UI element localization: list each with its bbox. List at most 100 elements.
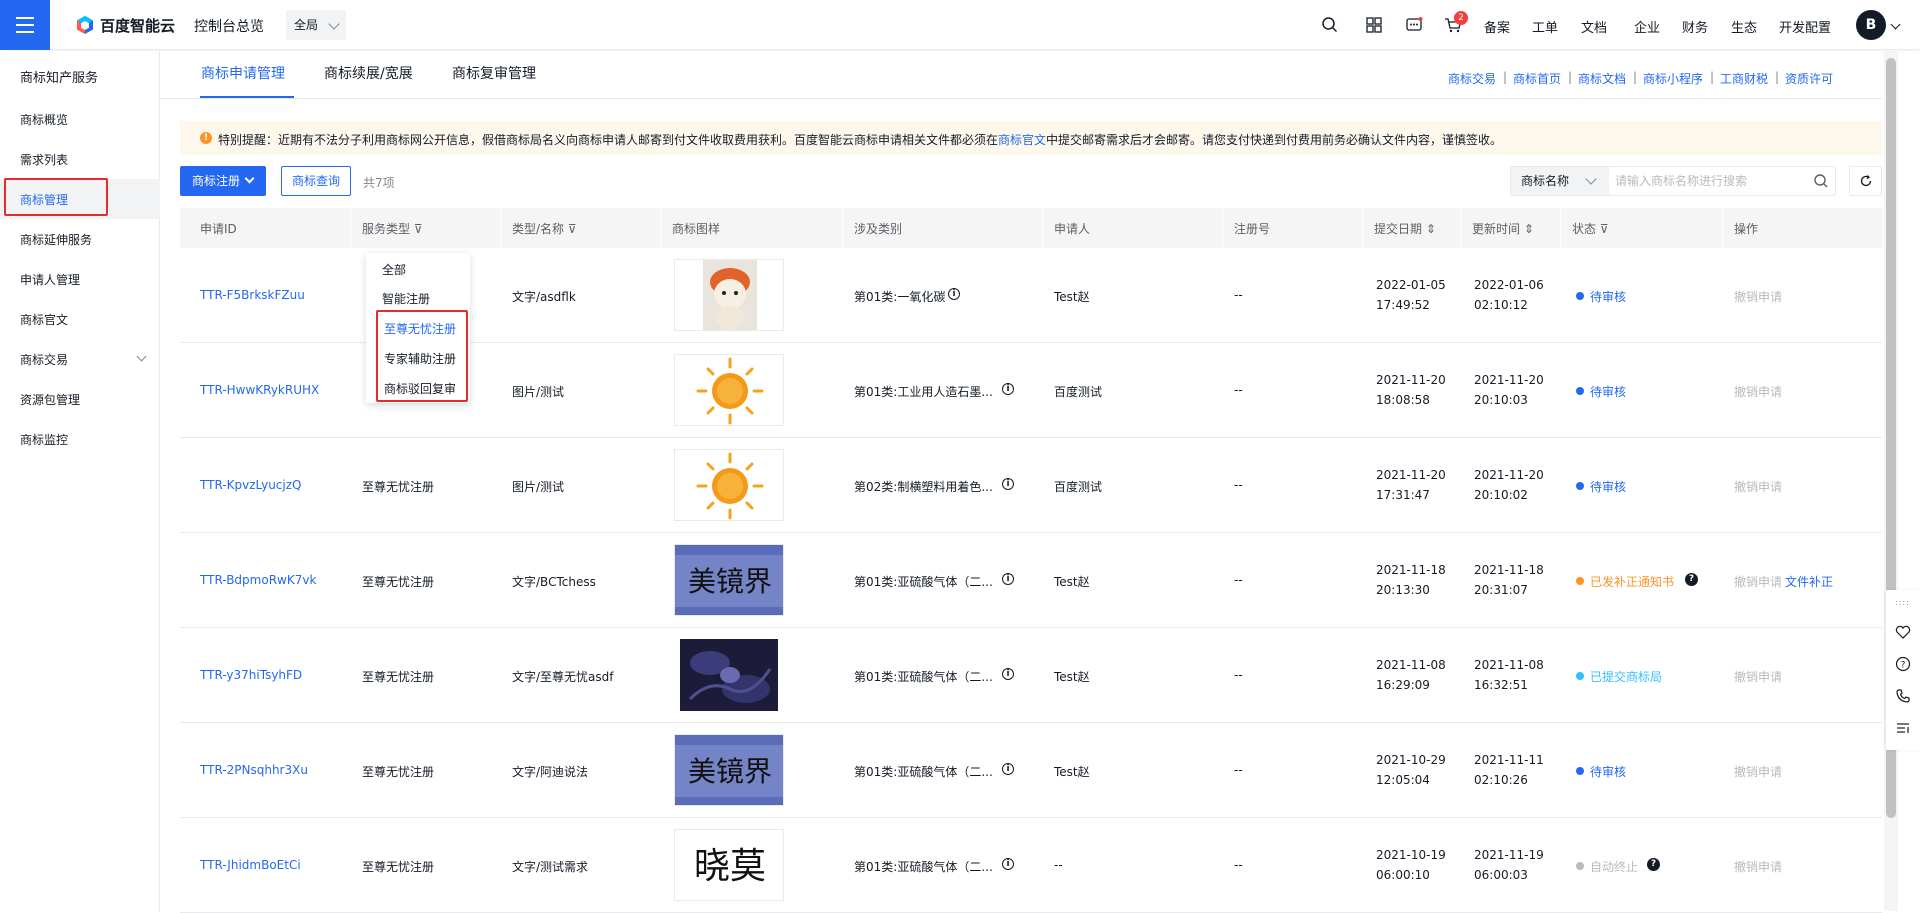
- sidebar-item-official-documents[interactable]: 商标官文: [20, 311, 68, 328]
- nav-enterprise[interactable]: 企业: [1634, 17, 1660, 36]
- update-date: 2021-11-19: [1474, 848, 1544, 862]
- sort-icon[interactable]: ⇕: [1426, 222, 1436, 236]
- avatar[interactable]: B: [1856, 10, 1886, 40]
- help-icon[interactable]: ?: [1895, 656, 1911, 675]
- trademark-image-sun[interactable]: [674, 354, 784, 426]
- region-select[interactable]: 全局: [286, 10, 346, 40]
- sidebar-item-applicant-management[interactable]: 申请人管理: [20, 271, 80, 288]
- chevron-down-icon[interactable]: [1890, 19, 1901, 30]
- tab-application-management[interactable]: 商标申请管理: [201, 63, 285, 83]
- sidebar-item-overview[interactable]: 商标概览: [20, 111, 68, 128]
- nav-docs[interactable]: 文档: [1581, 17, 1607, 36]
- sidebar-item-resource-packages[interactable]: 资源包管理: [20, 391, 80, 408]
- submit-date: 2021-11-08: [1376, 658, 1446, 672]
- nav-icp[interactable]: 备案: [1484, 17, 1510, 36]
- application-id-link[interactable]: TTR-JhidmBoEtCi: [200, 858, 301, 872]
- info-icon[interactable]: i: [1002, 668, 1014, 680]
- quick-link-home[interactable]: 商标首页: [1513, 70, 1561, 87]
- divider: |: [1633, 70, 1638, 84]
- cancel-application-link[interactable]: 撤销申请: [1734, 288, 1782, 305]
- application-id-link[interactable]: TTR-F5BrkskFZuu: [200, 288, 305, 302]
- filter-option-smart[interactable]: 智能注册: [382, 290, 430, 307]
- info-icon[interactable]: i: [1002, 478, 1014, 490]
- sidebar-item-trademark-trading[interactable]: 商标交易: [20, 351, 68, 368]
- trademark-query-button[interactable]: 商标查询: [281, 166, 351, 196]
- service-type: 至尊无忧注册: [362, 860, 435, 874]
- quick-link-mini-program[interactable]: 商标小程序: [1643, 70, 1703, 87]
- nav-ticket[interactable]: 工单: [1532, 17, 1558, 36]
- search-icon[interactable]: [1320, 15, 1340, 35]
- quick-link-docs[interactable]: 商标文档: [1578, 70, 1626, 87]
- question-icon[interactable]: ?: [1685, 573, 1698, 586]
- list-icon[interactable]: [1895, 720, 1911, 739]
- th-submit-date[interactable]: 提交日期 ⇕: [1374, 220, 1436, 237]
- sidebar-item-extension-services[interactable]: 商标延伸服务: [20, 231, 92, 248]
- application-id-link[interactable]: TTR-2PNsqhhr3Xu: [200, 763, 308, 777]
- application-id-link[interactable]: TTR-HwwKRykRUHX: [200, 383, 319, 397]
- filter-icon[interactable]: ⊽: [568, 222, 577, 236]
- nav-dev-config[interactable]: 开发配置: [1779, 17, 1831, 36]
- cancel-application-link[interactable]: 撤销申请: [1734, 668, 1782, 685]
- th-type-name[interactable]: 类型/名称 ⊽: [512, 220, 577, 237]
- category: 第01类:亚硫酸气体（二...: [854, 670, 993, 684]
- tab-review-management[interactable]: 商标复审管理: [452, 63, 536, 83]
- filter-icon[interactable]: ⊽: [1600, 222, 1609, 236]
- type-name: 文字/BCTchess: [512, 575, 596, 589]
- brand-logo[interactable]: 百度智能云: [75, 14, 175, 36]
- filter-option-all[interactable]: 全部: [382, 261, 406, 278]
- trademark-image-sun[interactable]: [674, 449, 784, 521]
- svg-text:?: ?: [1901, 661, 1906, 671]
- info-icon[interactable]: i: [1002, 763, 1014, 775]
- info-icon[interactable]: i: [1002, 858, 1014, 870]
- phone-icon[interactable]: [1895, 688, 1911, 707]
- th-update-time[interactable]: 更新时间 ⇕: [1472, 220, 1534, 237]
- application-id-link[interactable]: TTR-KpvzLyucjzQ: [200, 478, 301, 492]
- search-icon[interactable]: [1813, 173, 1829, 192]
- register-trademark-button[interactable]: 商标注册: [180, 166, 266, 196]
- cancel-application-link[interactable]: 撤销申请: [1734, 858, 1782, 875]
- info-icon[interactable]: i: [948, 288, 960, 300]
- message-icon[interactable]: [1404, 15, 1424, 35]
- drag-handle-icon[interactable]: ::::: [1895, 598, 1910, 607]
- cancel-application-link[interactable]: 撤销申请: [1734, 383, 1782, 400]
- search-input[interactable]: [1613, 167, 1803, 195]
- th-status[interactable]: 状态 ⊽: [1572, 220, 1609, 237]
- question-icon[interactable]: ?: [1647, 858, 1660, 871]
- th-service-type[interactable]: 服务类型 ⊽: [362, 220, 423, 237]
- nav-ecosystem[interactable]: 生态: [1731, 17, 1757, 36]
- trademark-image-calligraphy[interactable]: 美镜界: [674, 734, 784, 806]
- quick-link-license[interactable]: 资质许可: [1785, 70, 1833, 87]
- application-id-link[interactable]: TTR-y37hiTsyhFD: [200, 668, 302, 682]
- info-icon[interactable]: i: [1002, 573, 1014, 585]
- cancel-application-link[interactable]: 撤销申请: [1734, 478, 1782, 495]
- notice-official-docs-link[interactable]: 商标官文: [998, 133, 1046, 147]
- filter-icon[interactable]: ⊽: [414, 222, 423, 236]
- info-icon[interactable]: i: [1002, 383, 1014, 395]
- notice-banner: ! 特别提醒：近期有不法分子利用商标网公开信息，假借商标局名义向商标申请人邮寄到…: [180, 121, 1882, 155]
- console-overview-link[interactable]: 控制台总览: [194, 16, 264, 36]
- chevron-down-icon[interactable]: [136, 351, 147, 362]
- sidebar-item-monitoring[interactable]: 商标监控: [20, 431, 68, 448]
- status-dot: [1576, 292, 1584, 300]
- tab-renewal[interactable]: 商标续展/宽展: [324, 63, 413, 83]
- trademark-image-doll[interactable]: [674, 259, 784, 331]
- grid-icon[interactable]: [1364, 15, 1384, 35]
- status-dot: [1576, 482, 1584, 490]
- file-correction-link[interactable]: 文件补正: [1785, 573, 1833, 590]
- sidebar-item-requirements[interactable]: 需求列表: [20, 151, 68, 168]
- application-id-link[interactable]: TTR-BdpmoRwK7vk: [200, 573, 316, 587]
- trademark-text: 晓莫: [694, 846, 766, 887]
- sort-icon[interactable]: ⇕: [1524, 222, 1534, 236]
- trademark-image-dark[interactable]: [680, 639, 778, 711]
- quick-link-trading[interactable]: 商标交易: [1448, 70, 1496, 87]
- cancel-application-link[interactable]: 撤销申请: [1734, 763, 1782, 780]
- cancel-application-link[interactable]: 撤销申请: [1734, 573, 1782, 590]
- nav-finance[interactable]: 财务: [1682, 17, 1708, 36]
- trademark-image-text[interactable]: 晓莫: [674, 829, 784, 901]
- trademark-image-calligraphy[interactable]: 美镜界: [674, 544, 784, 616]
- search-field-select[interactable]: 商标名称: [1511, 167, 1609, 195]
- quick-link-tax[interactable]: 工商财税: [1720, 70, 1768, 87]
- favorite-icon[interactable]: [1895, 624, 1911, 643]
- refresh-button[interactable]: [1849, 166, 1882, 196]
- menu-icon[interactable]: [0, 0, 50, 50]
